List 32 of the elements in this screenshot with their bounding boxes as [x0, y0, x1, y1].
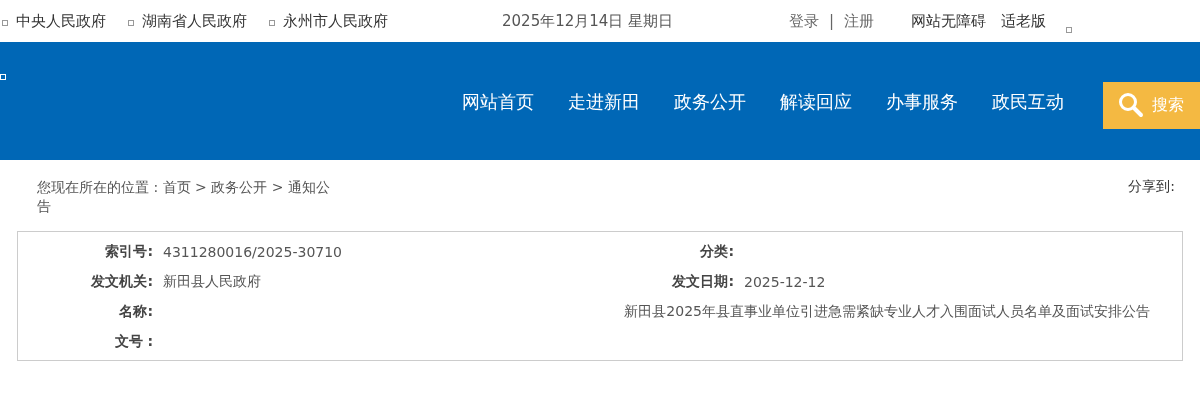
gov-link[interactable]: 永州市人民政府 [283, 11, 388, 31]
field-label: 文号 : [113, 333, 153, 351]
broken-image-icon [1066, 27, 1072, 33]
breadcrumb: 您现在所在的位置 : 首页 > 政务公开 > 通知公告 [37, 178, 331, 214]
field-label: 发文日期: [671, 273, 734, 291]
nav-item[interactable]: 办事服务 [886, 90, 958, 114]
gov-link[interactable]: 中央人民政府 [16, 11, 106, 31]
search-icon [1118, 92, 1144, 118]
field-value: 新田县人民政府 [162, 273, 262, 291]
nav-item[interactable]: 解读回应 [780, 90, 852, 114]
field-label: 分类: [699, 243, 734, 261]
accessibility-link[interactable]: 网站无障碍 [911, 11, 986, 31]
broken-image-icon [128, 20, 134, 26]
broken-image-icon [2, 20, 8, 26]
date-text: 2025年12月14日 星期日 [502, 11, 675, 31]
field-value: 4311280016/2025-30710 [162, 244, 343, 260]
nav-item[interactable]: 走进新田 [568, 90, 640, 114]
register-link[interactable]: 注册 [844, 11, 875, 31]
separator: | [829, 12, 835, 30]
nav-item[interactable]: 网站首页 [462, 90, 534, 114]
field-label: 发文机关: [90, 273, 153, 291]
elder-mode-link[interactable]: 适老版 [1001, 11, 1046, 31]
share-label: 分享到: [1128, 178, 1175, 196]
gov-link[interactable]: 湖南省人民政府 [142, 11, 247, 31]
field-value: 新田县2025年县直事业单位引进急需紧缺专业人才入围面试人员名单及面试安排公告 [623, 303, 1151, 321]
nav-item[interactable]: 政务公开 [674, 90, 746, 114]
broken-image-icon [269, 20, 275, 26]
nav-item[interactable]: 政民互动 [992, 90, 1064, 114]
login-link[interactable]: 登录 [789, 11, 819, 31]
field-label: 名称: [118, 303, 153, 321]
field-label: 索引号: [104, 243, 153, 261]
field-value: 2025-12-12 [743, 274, 827, 290]
